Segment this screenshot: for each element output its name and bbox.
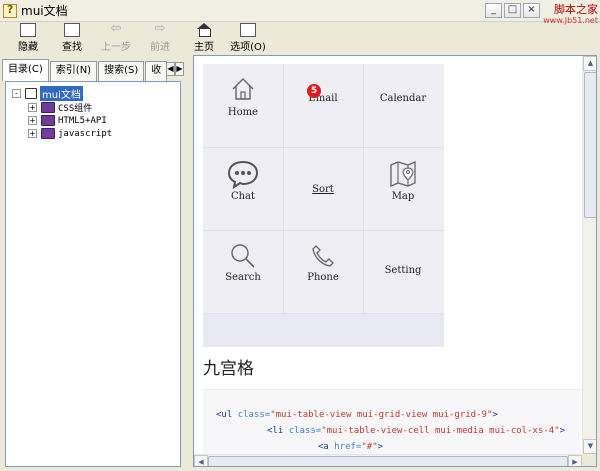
options-label: 选项(O) [230,42,266,53]
code-line-3: <a href="#"> [318,442,384,452]
map-icon [390,161,416,187]
back-button[interactable]: ⇦ 上一步 [94,22,138,53]
scroll-left-icon[interactable]: ◀ [194,455,208,466]
content-pane: Home 5 Email Calendar Chat Sort Map Sear… [193,55,597,467]
tab-scroll-right-icon[interactable]: ▶ [175,62,184,76]
pane-splitter[interactable] [185,53,192,471]
tree-root-label[interactable]: mui文档 [40,86,83,101]
vertical-scroll-thumb[interactable] [584,72,596,218]
tree-item-label[interactable]: javascript [58,129,112,139]
tree-item-label[interactable]: CSS组件 [58,101,92,114]
grid-item-email[interactable]: 5 Email [283,64,363,147]
tab-scroll-buttons: ◀ ▶ [166,62,184,76]
grid-item-sort[interactable]: Sort [283,147,363,230]
grid-item-phone[interactable]: Phone [283,230,363,313]
scroll-corner [582,454,596,466]
tree-item-css[interactable]: + CSS组件 [28,101,92,114]
grid-item-label: Map [391,191,415,202]
find-icon [64,23,80,37]
tree-item-javascript[interactable]: + javascript [28,127,112,140]
grid-item-label: Calendar [379,93,427,104]
grid-item-chat[interactable]: Chat [203,147,283,230]
options-icon [240,23,256,37]
forward-button[interactable]: ⇨ 前进 [138,22,182,53]
grid-item-home[interactable]: Home [203,64,283,147]
scroll-right-icon[interactable]: ▶ [568,455,582,466]
phone-icon [312,245,334,267]
chat-icon [227,160,259,189]
code-line-2: <li class="mui-table-view-cell mui-media… [267,426,566,436]
grid-footer [203,314,444,347]
home-label: 主页 [194,42,214,53]
window-title: mui文档 [21,4,68,18]
tree-root[interactable]: - mui文档 [12,86,83,101]
vertical-scrollbar[interactable]: ▲ ▼ [582,56,596,454]
grid-item-label: Phone [307,272,339,283]
forward-arrow-icon: ⇨ [154,21,166,36]
nine-grid: Home 5 Email Calendar Chat Sort Map Sear… [203,64,444,347]
code-line-1: <ul class="mui-table-view mui-grid-view … [216,410,498,420]
scroll-down-icon[interactable]: ▼ [583,439,596,454]
tab-scroll-left-icon[interactable]: ◀ [166,62,175,76]
minimize-button[interactable]: _ [485,3,502,18]
watermark-text: 脚本之家 [554,3,598,16]
horizontal-scrollbar[interactable]: ◀ ▶ [194,454,582,466]
home-icon [196,23,212,37]
book-icon [41,128,55,139]
expand-icon[interactable]: + [28,116,37,125]
expand-icon[interactable]: + [28,103,37,112]
grid-item-calendar[interactable]: Calendar [363,64,443,147]
tree-item-html5api[interactable]: + HTML5+API [28,114,107,127]
nav-tabs: 目录(C) 索引(N) 搜索(S) 收 [2,59,168,81]
tab-index[interactable]: 索引(N) [49,61,98,81]
forward-label: 前进 [150,42,170,53]
help-app-icon [3,3,17,18]
tree-item-label[interactable]: HTML5+API [58,116,107,126]
navigation-pane: 目录(C) 索引(N) 搜索(S) 收 ◀ ▶ - mui文档 + CSS组件 … [0,53,185,471]
tab-contents[interactable]: 目录(C) [2,59,49,81]
collapse-icon[interactable]: - [12,89,21,98]
tab-search[interactable]: 搜索(S) [98,61,145,81]
back-label: 上一步 [101,42,131,53]
grid-item-setting[interactable]: Setting [363,230,443,313]
hide-icon [20,23,36,37]
grid-item-label: Chat [230,191,256,202]
home-icon [232,78,254,100]
horizontal-scroll-thumb[interactable] [208,456,568,466]
toolbar: 隐藏 查找 ⇦ 上一步 ⇨ 前进 主页 选项(O) [0,22,600,53]
contents-tree: - mui文档 + CSS组件 + HTML5+API + javascript [5,81,181,467]
expand-icon[interactable]: + [28,129,37,138]
unread-badge: 5 [307,84,321,98]
close-button[interactable]: × [523,3,540,18]
home-button[interactable]: 主页 [182,22,226,53]
window-controls: _ □ × [485,3,540,18]
scroll-up-icon[interactable]: ▲ [583,56,596,71]
grid-item-label: Home [227,107,259,118]
code-block: <ul class="mui-table-view mui-grid-view … [203,389,581,454]
grid-item-map[interactable]: Map [363,147,443,230]
tab-favorites[interactable]: 收 [145,61,168,81]
hide-button[interactable]: 隐藏 [6,22,50,53]
hide-label: 隐藏 [18,42,38,53]
book-icon [41,102,55,113]
document-view: Home 5 Email Calendar Chat Sort Map Sear… [194,56,582,454]
options-button[interactable]: 选项(O) [226,22,270,53]
grid-item-label: Sort [312,184,334,195]
back-arrow-icon: ⇦ [110,21,122,36]
title-bar: mui文档 _ □ × 脚本之家 www.Jb51.net [0,0,600,25]
book-icon [41,115,55,126]
section-heading: 九宫格 [203,359,254,379]
grid-item-search[interactable]: Search [203,230,283,313]
find-button[interactable]: 查找 [50,22,94,53]
open-book-icon [25,88,37,99]
grid-item-label: Setting [384,265,422,276]
grid-item-label: Search [225,272,261,283]
find-label: 查找 [62,42,82,53]
search-icon [231,244,255,268]
maximize-button[interactable]: □ [504,3,521,18]
